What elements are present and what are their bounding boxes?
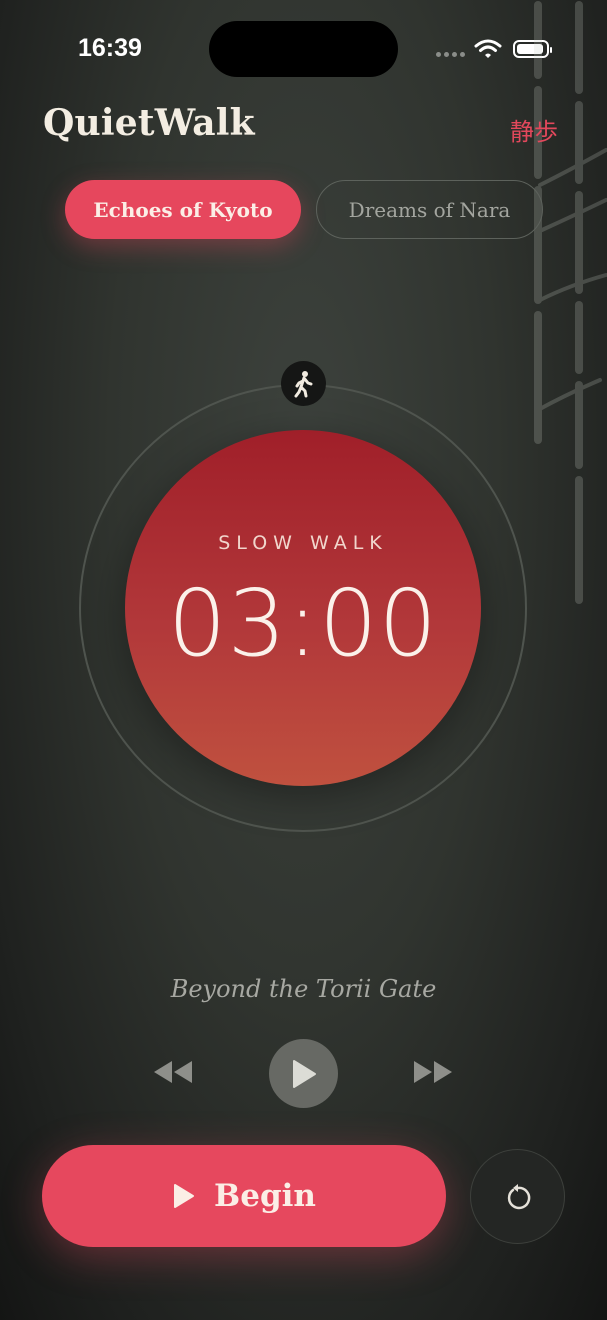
rewind-icon — [154, 1061, 192, 1083]
play-button[interactable] — [269, 1039, 338, 1108]
reset-icon — [507, 1183, 530, 1209]
play-icon — [292, 1059, 316, 1088]
rewind-button[interactable] — [150, 1040, 196, 1104]
tab-dreams-of-nara[interactable]: Dreams of Nara — [316, 180, 543, 239]
dynamic-island — [209, 21, 398, 77]
fast-forward-button[interactable] — [410, 1040, 456, 1104]
walking-person-icon — [294, 370, 312, 397]
phase-label: SLOW WALK — [218, 532, 388, 554]
fast-forward-icon — [414, 1061, 452, 1083]
bamboo-decoration — [534, 1, 607, 604]
timer-display: 03:00 — [167, 570, 439, 677]
app-subtitle-kanji: 静歩 — [510, 118, 558, 146]
walker-badge — [281, 361, 326, 406]
begin-button[interactable]: Begin — [42, 1145, 446, 1247]
wifi-icon — [474, 39, 502, 58]
status-time: 16:39 — [78, 34, 142, 62]
reset-button[interactable] — [470, 1149, 565, 1244]
cellular-signal-icon — [436, 52, 465, 57]
app-title: QuietWalk — [43, 102, 255, 144]
track-title: Beyond the Torii Gate — [170, 975, 437, 1003]
begin-label: Begin — [214, 1178, 316, 1214]
tab-echoes-of-kyoto[interactable]: Echoes of Kyoto — [65, 180, 301, 239]
play-icon — [174, 1184, 195, 1208]
